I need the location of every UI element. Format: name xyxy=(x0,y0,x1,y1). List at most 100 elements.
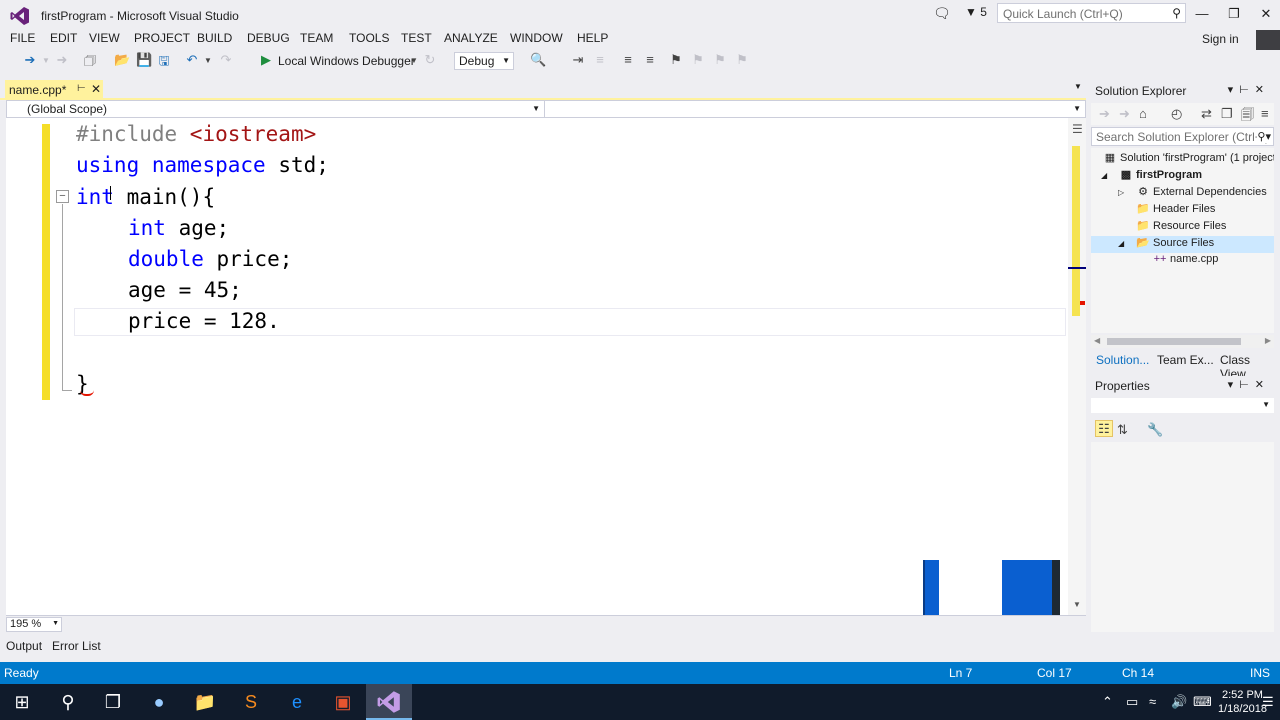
zoom-select[interactable]: 195 % ▼ xyxy=(6,617,62,632)
properties-icon[interactable]: ≡ xyxy=(1261,106,1269,121)
network-app-icon[interactable]: ● xyxy=(147,690,171,714)
back-dropdown-icon[interactable]: ▼ xyxy=(38,56,54,65)
sync-icon[interactable]: ⇄ xyxy=(1201,106,1212,122)
tab-solution-explorer[interactable]: Solution... xyxy=(1096,353,1149,367)
menu-debug[interactable]: DEBUG xyxy=(247,31,290,45)
menu-edit[interactable]: EDIT xyxy=(50,31,77,45)
maximize-button[interactable]: ❐ xyxy=(1224,6,1244,22)
member-dropdown[interactable]: ▼ xyxy=(546,101,1085,117)
editor-vertical-scrollbar[interactable]: ☰ ▼ xyxy=(1068,118,1086,615)
close-icon[interactable]: ✕ xyxy=(1255,379,1270,391)
collapsed-arrow-icon[interactable]: ▷ xyxy=(1118,188,1124,197)
volume-icon[interactable]: 🔊 xyxy=(1171,694,1187,710)
outdent-icon[interactable]: ≡ xyxy=(642,52,658,67)
start-debugging-icon[interactable]: ▶ xyxy=(258,52,274,68)
windows-start-icon[interactable]: ⊞ xyxy=(10,690,34,714)
redo-icon[interactable]: ↷ xyxy=(218,52,234,68)
forward-icon[interactable]: ➜ xyxy=(54,52,70,68)
file-explorer-icon[interactable]: 📁 xyxy=(193,690,217,714)
collapse-all-icon[interactable]: ❐ xyxy=(1221,106,1233,122)
menu-test[interactable]: TEST xyxy=(401,31,432,45)
tab-team-explorer[interactable]: Team Ex... xyxy=(1157,353,1214,367)
pin-icon[interactable]: ⊢ xyxy=(1239,379,1255,391)
visual-studio-icon[interactable] xyxy=(377,690,401,714)
menu-file[interactable]: FILE xyxy=(10,31,35,45)
tab-output[interactable]: Output xyxy=(6,639,42,653)
search-icon[interactable]: ⚲ xyxy=(56,690,80,714)
menu-project[interactable]: PROJECT xyxy=(134,31,190,45)
menu-window[interactable]: WINDOW xyxy=(510,31,563,45)
menu-analyze[interactable]: ANALYZE xyxy=(444,31,498,45)
feedback-icon[interactable]: 🗨 xyxy=(933,5,951,22)
tree-header-files[interactable]: 📁 Header Files xyxy=(1136,202,1215,219)
step-over-icon[interactable]: ⇥ xyxy=(570,52,586,68)
notification-flag[interactable]: ▼ 5 xyxy=(965,5,987,19)
new-project-icon[interactable]: 🗇 xyxy=(82,52,98,74)
menu-view[interactable]: VIEW xyxy=(89,31,120,45)
expanded-arrow-icon[interactable]: ◢ xyxy=(1101,171,1107,180)
debugger-dropdown-icon[interactable]: ▼ xyxy=(406,56,422,65)
find-in-files-icon[interactable]: 🔍 xyxy=(530,52,546,68)
solution-horizontal-scrollbar[interactable]: ◀ ▶ xyxy=(1091,335,1274,348)
next-bookmark-icon[interactable]: ⚑ xyxy=(712,52,728,68)
tab-name-cpp[interactable]: name.cpp* ⊢ ✕ xyxy=(5,80,103,100)
pin-icon[interactable]: ⊢ xyxy=(77,83,86,94)
tree-external-dependencies[interactable]: ⚙ External Dependencies xyxy=(1136,185,1267,202)
chevron-up-icon[interactable]: ⌃ xyxy=(1102,694,1113,710)
sign-in-link[interactable]: Sign in xyxy=(1202,32,1239,46)
back-icon[interactable]: ➔ xyxy=(1099,106,1110,122)
undo-icon[interactable]: ↶ xyxy=(184,52,200,68)
refresh-icon[interactable]: ↻ xyxy=(422,52,438,68)
solution-configuration-select[interactable]: Debug ▼ xyxy=(454,52,514,70)
battery-icon[interactable]: ▭ xyxy=(1126,694,1138,710)
scroll-down-icon[interactable]: ▼ xyxy=(1073,600,1081,609)
property-pages-icon[interactable]: 🔧 xyxy=(1147,422,1163,438)
scroll-right-icon[interactable]: ▶ xyxy=(1265,336,1271,345)
scroll-thumb[interactable] xyxy=(1072,146,1080,316)
sublime-text-icon[interactable]: S xyxy=(239,690,263,714)
code-editor[interactable]: − #include <iostream> using namespace st… xyxy=(6,118,1086,622)
wifi-icon[interactable]: ≈ xyxy=(1149,694,1156,709)
collapse-icon[interactable]: − xyxy=(56,190,69,203)
close-icon[interactable]: ✕ xyxy=(1255,84,1270,96)
home-icon[interactable]: ⌂ xyxy=(1139,106,1147,121)
tree-file-name-cpp[interactable]: ++ name.cpp xyxy=(1153,253,1219,270)
comment-icon[interactable]: ≡ xyxy=(592,52,608,67)
solution-search-input[interactable]: Search Solution Explorer (Ctrl+;) ⚲▾ xyxy=(1091,127,1274,146)
save-icon[interactable]: 💾 xyxy=(136,52,152,68)
minimize-button[interactable]: — xyxy=(1192,6,1212,21)
task-view-icon[interactable]: ❐ xyxy=(101,690,125,714)
menu-help[interactable]: HELP xyxy=(577,31,608,45)
account-button[interactable] xyxy=(1256,30,1280,50)
keyboard-icon[interactable]: ⌨ xyxy=(1193,694,1212,710)
close-tab-icon[interactable]: ✕ xyxy=(91,82,101,96)
system-clock[interactable]: 2:52 PM 1/18/2018 xyxy=(1218,688,1267,716)
dropdown-icon[interactable]: ▾ xyxy=(1228,379,1240,391)
show-all-files-icon[interactable]: 🗐 xyxy=(1241,106,1254,128)
tab-overflow-icon[interactable]: ▼ xyxy=(1074,82,1082,91)
scope-dropdown[interactable]: (Global Scope) ▼ xyxy=(7,101,545,117)
split-icon[interactable]: ☰ xyxy=(1072,122,1083,136)
expanded-arrow-icon[interactable]: ◢ xyxy=(1118,239,1124,248)
scroll-left-icon[interactable]: ◀ xyxy=(1094,336,1100,345)
forward-icon[interactable]: ➜ xyxy=(1119,106,1130,122)
clear-bookmarks-icon[interactable]: ⚑ xyxy=(734,52,750,68)
alphabetical-icon[interactable]: ⇅ xyxy=(1117,422,1128,438)
dropdown-icon[interactable]: ▾ xyxy=(1228,84,1240,96)
codeblocks-icon[interactable]: ▣ xyxy=(331,690,355,714)
save-all-icon[interactable]: 🖫 xyxy=(156,52,172,74)
open-file-icon[interactable]: 📂 xyxy=(114,52,130,68)
categorized-icon[interactable]: ☷ xyxy=(1095,420,1113,437)
tree-solution[interactable]: ▦ Solution 'firstProgram' (1 project) xyxy=(1103,151,1274,168)
menu-tools[interactable]: TOOLS xyxy=(349,31,389,45)
tree-project[interactable]: ▩ firstProgram xyxy=(1119,168,1202,185)
tree-source-files[interactable]: 📂 Source Files xyxy=(1136,236,1214,253)
bookmark-icon[interactable]: ⚑ xyxy=(668,52,684,68)
prev-bookmark-icon[interactable]: ⚑ xyxy=(690,52,706,68)
undo-dropdown-icon[interactable]: ▼ xyxy=(200,56,216,65)
menu-build[interactable]: BUILD xyxy=(197,31,232,45)
tree-resource-files[interactable]: 📁 Resource Files xyxy=(1136,219,1226,236)
menu-team[interactable]: TEAM xyxy=(300,31,333,45)
close-button[interactable]: ✕ xyxy=(1256,6,1276,22)
quick-launch-input[interactable]: Quick Launch (Ctrl+Q) ⚲ xyxy=(997,3,1186,23)
